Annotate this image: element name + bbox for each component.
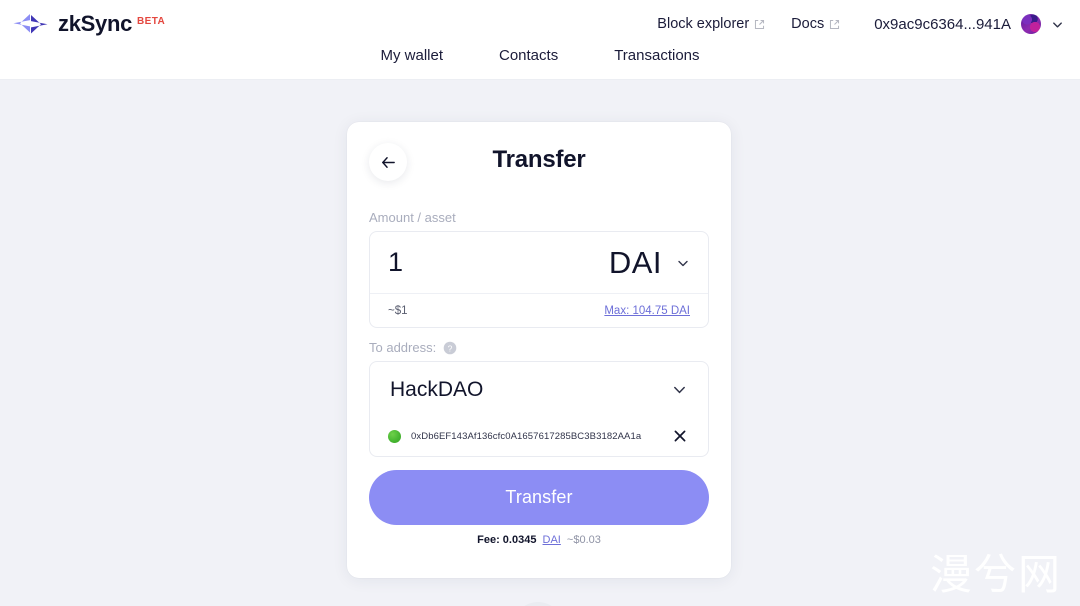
asset-select[interactable]: DAI [609,247,690,278]
amount-label-text: Amount / asset [369,210,456,225]
brand-logo[interactable]: zkSync BETA [10,12,166,36]
watermark: 漫兮网 [929,550,1062,599]
contact-address: 0xDb6EF143Af136cfc0A1657617285BC3B3182AA… [411,430,642,442]
block-explorer-label: Block explorer [657,16,750,32]
fee-asset-link[interactable]: DAI [543,534,561,546]
fee-summary: Fee: 0.0345 DAI ~$0.03 [347,534,731,546]
transfer-card-header: Transfer [369,122,709,198]
asset-symbol: DAI [608,245,662,280]
zksync-logo-icon [10,12,52,36]
theme-toggle-button[interactable] [513,602,563,606]
amount-input[interactable] [388,247,609,278]
account-menu[interactable]: 0x9ac9c6364...941A [874,14,1064,34]
page-body: Transfer Amount / asset DAI ~$1 Max [0,80,1080,606]
tab-transactions[interactable]: Transactions [614,48,699,63]
to-address-field: HackDAO 0xDb6EF143Af136cfc0A1657617285BC… [369,361,709,457]
amount-asset-field: DAI ~$1 Max: 104.75 DAI [369,231,709,328]
amount-usd-value: ~$1 [388,304,408,317]
chevron-down-icon [676,256,690,270]
to-address-label-text: To address: [369,340,437,355]
amount-sub-row: ~$1 Max: 104.75 DAI [370,294,708,327]
external-link-icon [754,19,765,30]
to-address-label: To address: ? [369,340,709,355]
main-nav: My wallet Contacts Transactions [0,48,1080,80]
app-header: zkSync BETA Block explorer Docs 0x9ac9c6… [0,0,1080,48]
svg-text:?: ? [448,343,453,353]
arrow-left-icon [380,154,397,171]
chevron-down-icon[interactable] [1051,18,1064,31]
header-right-group: Block explorer Docs 0x9ac9c6364...941A [657,14,1064,34]
fee-usd-value: ~$0.03 [566,534,601,546]
avatar[interactable] [1021,14,1041,34]
page-title: Transfer [492,146,586,173]
transfer-card: Transfer Amount / asset DAI ~$1 Max [347,122,731,578]
max-amount-link[interactable]: Max: 104.75 DAI [604,305,690,317]
contact-address-row: 0xDb6EF143Af136cfc0A1657617285BC3B3182AA… [370,416,708,456]
amount-row: DAI [370,232,708,294]
back-button[interactable] [369,143,407,181]
docs-link[interactable]: Docs [791,16,840,32]
amount-label: Amount / asset [369,210,709,225]
fee-amount: Fee: 0.0345 [477,534,537,546]
brand-name: zkSync [58,11,133,36]
external-link-icon [829,19,840,30]
close-icon[interactable] [672,428,688,444]
account-address: 0x9ac9c6364...941A [874,15,1011,33]
online-dot-icon [388,429,401,443]
docs-label: Docs [791,16,825,32]
tab-my-wallet[interactable]: My wallet [380,48,443,63]
contact-select[interactable]: HackDAO [370,362,708,416]
contact-name: HackDAO [390,377,484,401]
beta-badge: BETA [137,16,166,27]
tab-contacts[interactable]: Contacts [499,48,558,63]
transfer-submit-button[interactable]: Transfer [369,470,709,525]
block-explorer-link[interactable]: Block explorer [657,16,765,32]
chevron-down-icon [671,381,688,398]
help-circle-icon[interactable]: ? [443,341,457,355]
